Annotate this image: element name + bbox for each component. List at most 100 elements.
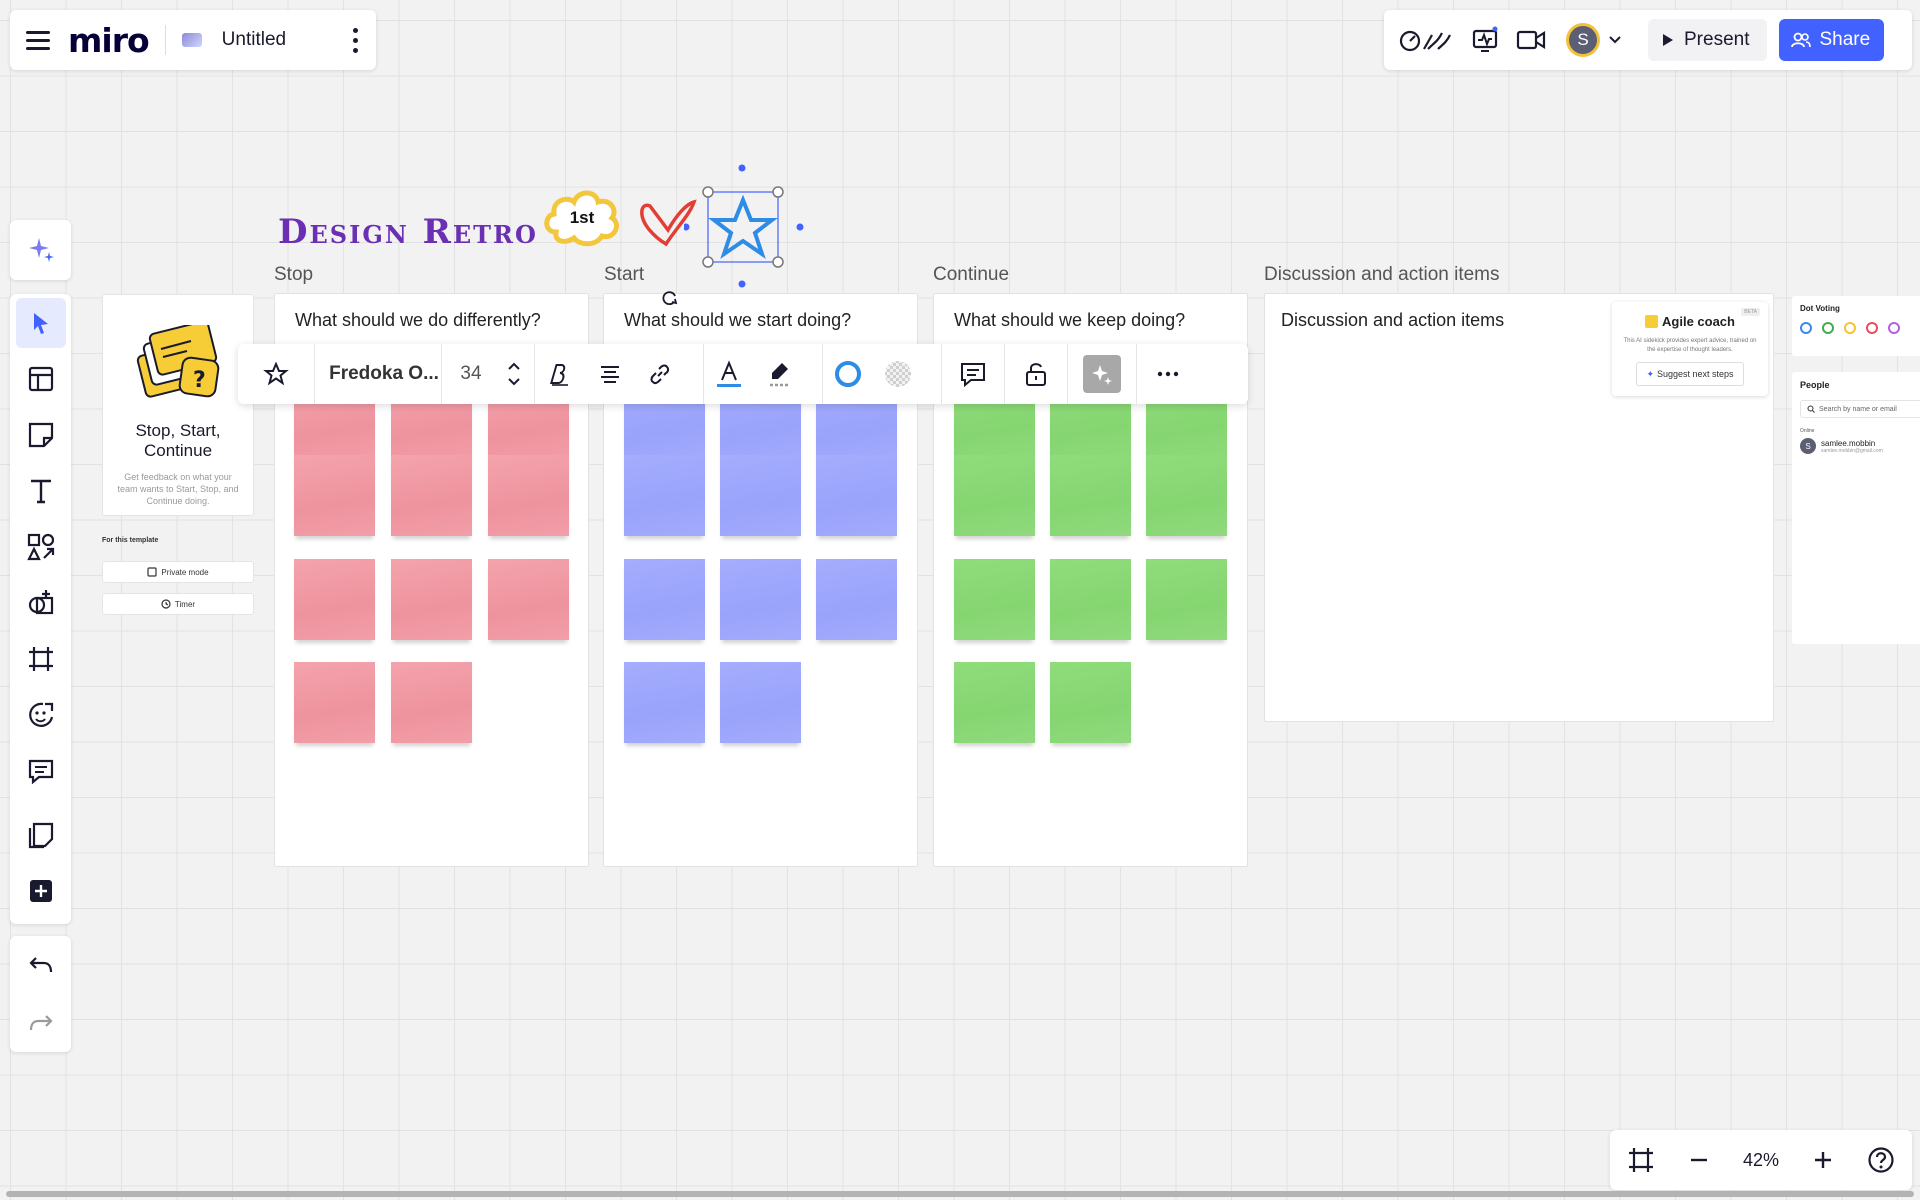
sticky-note[interactable]	[1050, 455, 1131, 536]
zoom-level[interactable]: 42%	[1743, 1150, 1779, 1171]
stickers-tool[interactable]	[16, 690, 66, 740]
sticky-note[interactable]	[624, 662, 705, 743]
sticky-note[interactable]	[294, 455, 375, 536]
templates-tool[interactable]	[16, 354, 66, 404]
ai-button[interactable]	[1068, 344, 1136, 404]
comment-button[interactable]	[942, 344, 1004, 404]
sticky-note[interactable]	[1050, 662, 1131, 743]
dot-color-blue[interactable]	[1800, 322, 1812, 334]
timer-button[interactable]: Timer	[102, 593, 254, 615]
template-card[interactable]: ? Stop, Start, Continue Get feedback on …	[102, 294, 254, 516]
stop-prompt[interactable]: What should we do differently?	[295, 310, 541, 331]
people-search-input[interactable]: Search by name or email	[1800, 400, 1920, 418]
fill-color-button[interactable]	[873, 344, 923, 404]
font-size-stepper[interactable]	[500, 344, 528, 404]
sticky-note[interactable]	[720, 455, 801, 536]
miro-logo[interactable]: miro	[68, 21, 150, 60]
dot-color-green[interactable]	[1822, 322, 1834, 334]
share-button[interactable]: Share	[1779, 19, 1885, 61]
bold-button[interactable]	[535, 344, 585, 404]
star-outline-icon	[263, 361, 289, 386]
sticky-note[interactable]	[391, 662, 472, 743]
font-size-value[interactable]: 34	[442, 344, 500, 404]
dot-color-red[interactable]	[1866, 322, 1878, 334]
text-tool[interactable]	[16, 466, 66, 516]
avatar[interactable]: S	[1566, 23, 1600, 57]
history-toolbar	[10, 936, 71, 1052]
share-label: Share	[1819, 29, 1871, 50]
sticky-note[interactable]	[954, 455, 1035, 536]
sticky-note[interactable]	[294, 559, 375, 640]
board-heading[interactable]: Design Retro	[278, 212, 538, 252]
sticky-note[interactable]	[720, 662, 801, 743]
frame-tool[interactable]	[16, 634, 66, 684]
sticky-note[interactable]	[624, 559, 705, 640]
zoom-out-icon[interactable]	[1688, 1149, 1710, 1171]
frames-tool[interactable]	[16, 578, 66, 628]
video-call-icon[interactable]	[1508, 17, 1554, 63]
private-mode-button[interactable]: Private mode	[102, 561, 254, 583]
more-button[interactable]	[1137, 344, 1199, 404]
sticker-label: 1st	[569, 208, 595, 227]
first-place-sticker[interactable]: 1st	[540, 186, 624, 250]
activity-icon[interactable]	[1462, 17, 1508, 63]
sticky-note[interactable]	[816, 455, 897, 536]
sticky-note[interactable]	[488, 559, 569, 640]
sticky-note[interactable]	[816, 559, 897, 640]
selected-star-shape[interactable]	[682, 164, 804, 294]
continue-prompt[interactable]: What should we keep doing?	[954, 310, 1185, 331]
agile-coach-card[interactable]: BETA Agile coach This AI sidekick provid…	[1612, 302, 1768, 396]
present-button[interactable]: Present	[1648, 19, 1768, 61]
highlight-button[interactable]	[754, 344, 804, 404]
reactions-icon[interactable]	[1392, 17, 1462, 63]
sticky-note[interactable]	[1050, 559, 1131, 640]
dot-voting-panel[interactable]: Dot Voting	[1792, 296, 1920, 356]
suggest-next-steps-button[interactable]: ✦ Suggest next steps	[1636, 362, 1744, 386]
select-tool[interactable]	[15, 298, 66, 348]
more-options-icon[interactable]	[353, 27, 358, 53]
sticky-note[interactable]	[391, 559, 472, 640]
start-prompt[interactable]: What should we start doing?	[624, 310, 851, 331]
sticky-note[interactable]	[720, 559, 801, 640]
add-app-tool[interactable]	[16, 866, 66, 916]
redo-icon[interactable]	[28, 1012, 54, 1034]
sticky-note[interactable]	[1146, 455, 1227, 536]
user-menu[interactable]: S	[1554, 17, 1634, 63]
undo-icon[interactable]	[28, 954, 54, 976]
sticky-note[interactable]	[624, 455, 705, 536]
sticky-note-tool[interactable]	[16, 410, 66, 460]
help-icon[interactable]	[1867, 1146, 1895, 1174]
chevron-down-icon[interactable]	[1608, 35, 1622, 45]
dot-color-yellow[interactable]	[1844, 322, 1856, 334]
dot-color-purple[interactable]	[1888, 322, 1900, 334]
shapes-tool[interactable]	[16, 522, 66, 572]
sticky-note[interactable]	[954, 662, 1035, 743]
sticky-note[interactable]	[1146, 559, 1227, 640]
lock-button[interactable]	[1005, 344, 1067, 404]
font-family-select[interactable]: Fredoka O...	[315, 344, 441, 404]
text-color-button[interactable]	[704, 344, 754, 404]
zoom-in-icon[interactable]	[1812, 1149, 1834, 1171]
column-label-continue: Continue	[933, 264, 1010, 285]
comment-tool[interactable]	[16, 746, 66, 796]
dot-voting-title: Dot Voting	[1800, 304, 1840, 313]
border-color-icon	[835, 361, 861, 387]
sticky-note[interactable]	[391, 455, 472, 536]
more-horizontal-icon	[1157, 371, 1179, 377]
comment-icon	[28, 759, 53, 785]
discussion-prompt[interactable]: Discussion and action items	[1281, 310, 1504, 331]
board-title[interactable]: Untitled	[222, 29, 286, 51]
sparkle-icon[interactable]	[27, 236, 55, 264]
favorite-button[interactable]	[238, 344, 314, 404]
border-color-button[interactable]	[823, 344, 873, 404]
link-button[interactable]	[635, 344, 685, 404]
more-apps-tool[interactable]	[16, 810, 66, 860]
fit-to-screen-icon[interactable]	[1627, 1146, 1655, 1174]
sticky-note[interactable]	[294, 662, 375, 743]
horizontal-scrollbar[interactable]	[6, 1191, 1914, 1197]
menu-icon[interactable]	[26, 30, 50, 50]
sticky-note[interactable]	[488, 455, 569, 536]
sticky-note[interactable]	[954, 559, 1035, 640]
people-list-item[interactable]: S samlee.mobbin samlee.mobbin@gmail.com	[1800, 438, 1883, 454]
align-button[interactable]	[585, 344, 635, 404]
